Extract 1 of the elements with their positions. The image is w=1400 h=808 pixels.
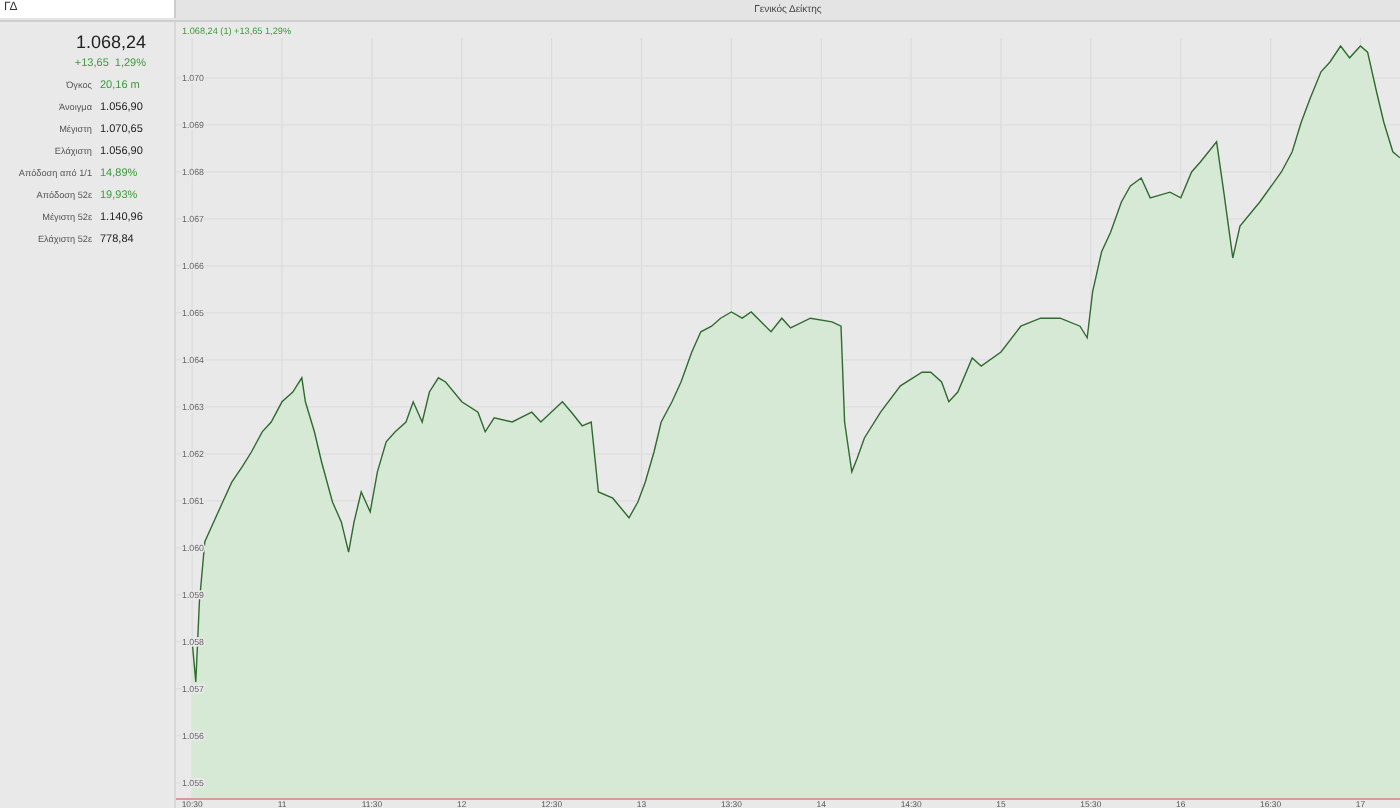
index-price: 1.068,24	[75, 32, 146, 52]
